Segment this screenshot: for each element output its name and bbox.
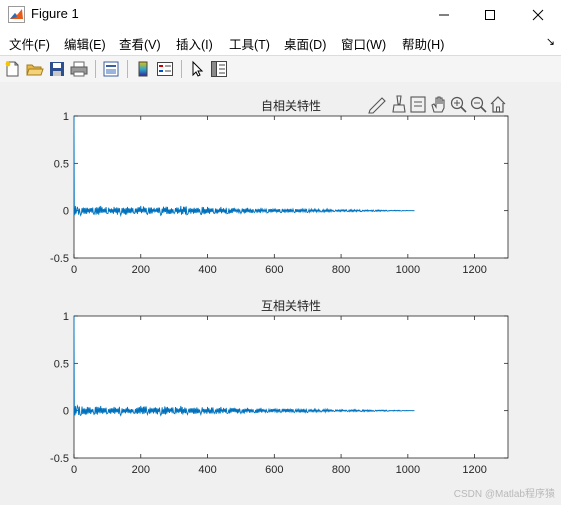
data-tips-icon[interactable] <box>410 96 426 113</box>
insert-colorbar-icon[interactable] <box>134 60 152 78</box>
plot-browser-icon[interactable] <box>210 60 228 78</box>
figure-toolbar <box>0 55 561 83</box>
toolbar-separator <box>181 60 182 78</box>
toolbar-separator <box>95 60 96 78</box>
menu-view[interactable]: 查看(V) <box>119 34 161 53</box>
x-tick-label: 400 <box>198 464 216 476</box>
axes-box <box>73 115 509 259</box>
x-tick-label: 0 <box>71 464 77 476</box>
y-tick-label: 0 <box>63 406 69 418</box>
pointer-icon[interactable] <box>188 60 206 78</box>
zoom-out-icon[interactable] <box>470 96 487 113</box>
maximize-button[interactable] <box>467 0 513 29</box>
maximize-icon <box>485 10 495 20</box>
figure-canvas[interactable]: 自相关特性 0 200 400 600 800 1000 1200 -0.5 0 0.5 1 互相关特性… <box>0 82 561 505</box>
close-button[interactable] <box>515 0 561 29</box>
axes-box <box>73 315 509 459</box>
menu-dock-arrow-icon[interactable]: ↘ <box>546 35 555 48</box>
menu-edit[interactable]: 编辑(E) <box>64 34 106 53</box>
open-file-icon[interactable] <box>26 60 44 78</box>
x-tick-label: 1000 <box>396 464 420 476</box>
y-tick-label: 0 <box>63 206 69 218</box>
y-tick-label: 0.5 <box>54 358 69 370</box>
watermark-text: CSDN @Matlab程序猿 <box>453 489 555 500</box>
y-tick-label: 1 <box>63 311 69 323</box>
x-tick-label: 1000 <box>396 264 420 276</box>
print-preview-icon[interactable] <box>102 60 120 78</box>
brush-icon[interactable] <box>392 95 406 113</box>
y-tick-label: -0.5 <box>50 253 69 265</box>
x-tick-label: 600 <box>265 464 283 476</box>
y-tick-label: 1 <box>63 111 69 123</box>
matlab-logo-icon <box>8 6 25 23</box>
axes-title: 互相关特性 <box>261 298 321 313</box>
menu-insert[interactable]: 插入(I) <box>176 34 213 53</box>
menu-file[interactable]: 文件(F) <box>9 34 50 53</box>
x-tick-label: 0 <box>71 264 77 276</box>
figure-plot: 自相关特性0 200 400 600 800 1000 1200-0.500.51互相关特性… <box>50 95 509 476</box>
x-tick-label: 400 <box>198 264 216 276</box>
save-icon[interactable] <box>48 60 66 78</box>
close-icon <box>532 9 544 21</box>
axes-2: 互相关特性0 200 400 600 800 1000 1200-0.500.51 <box>50 298 509 476</box>
menu-window[interactable]: 窗口(W) <box>341 34 386 53</box>
zoom-in-icon[interactable] <box>450 96 467 113</box>
x-tick-label: 1200 <box>462 464 486 476</box>
menu-desktop[interactable]: 桌面(D) <box>284 34 326 53</box>
minimize-button[interactable] <box>421 0 467 29</box>
y-tick-label: 0.5 <box>54 158 69 170</box>
menu-tools[interactable]: 工具(T) <box>229 34 270 53</box>
pan-icon[interactable] <box>431 96 445 113</box>
insert-legend-icon[interactable] <box>156 60 174 78</box>
axes-1: 自相关特性0 200 400 600 800 1000 1200-0.500.51 <box>50 98 509 276</box>
x-tick-label: 600 <box>265 264 283 276</box>
y-tick-label: -0.5 <box>50 453 69 465</box>
print-icon[interactable] <box>70 60 88 78</box>
toolbar-separator <box>127 60 128 78</box>
window-title-bar[interactable]: Figure 1 <box>0 0 561 29</box>
x-tick-label: 800 <box>332 264 350 276</box>
edit-plot-icon[interactable] <box>368 97 386 114</box>
x-tick-label: 1200 <box>462 264 486 276</box>
window-title: Figure 1 <box>31 6 79 21</box>
axes-toolbar <box>368 95 506 114</box>
x-tick-label: 200 <box>132 264 150 276</box>
home-icon[interactable] <box>490 96 506 113</box>
minimize-icon <box>439 14 449 16</box>
menu-help[interactable]: 帮助(H) <box>402 34 444 53</box>
x-tick-label: 200 <box>132 464 150 476</box>
axes-title: 自相关特性 <box>261 98 321 113</box>
new-figure-icon[interactable] <box>4 60 22 78</box>
menu-bar: 文件(F) 编辑(E) 查看(V) 插入(I) 工具(T) 桌面(D) 窗口(W… <box>0 29 561 55</box>
x-tick-label: 800 <box>332 464 350 476</box>
